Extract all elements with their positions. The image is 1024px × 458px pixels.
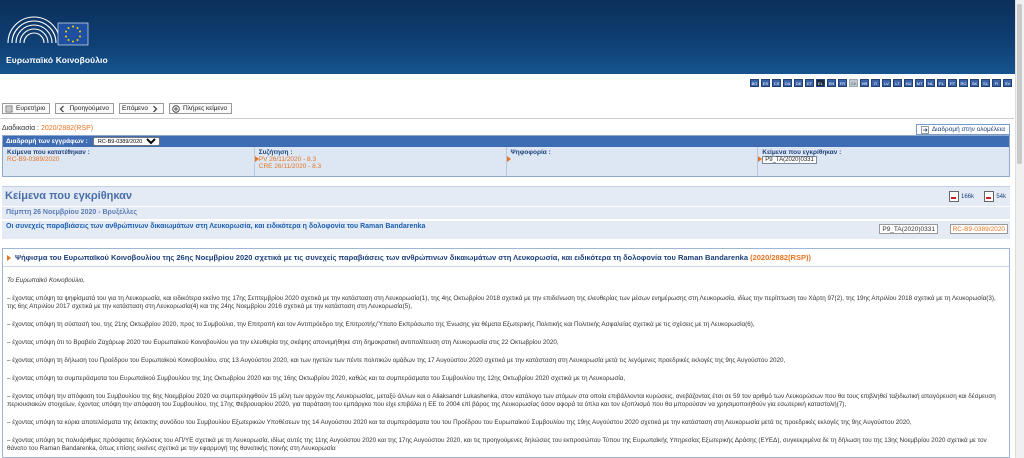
arrow-marker-icon [254, 156, 259, 162]
language-ro-button[interactable]: RO [959, 79, 968, 87]
language-pl-button[interactable]: PL [937, 79, 946, 87]
full-text-button-label: Πλήρες κείμενο [182, 105, 228, 112]
doc-size: 54k [996, 193, 1006, 200]
language-en-button[interactable]: EN [827, 79, 836, 87]
doc-download[interactable]: 54k [984, 191, 1006, 202]
index-button[interactable]: Ευρετήριο [2, 103, 51, 114]
language-pt-button[interactable]: PT [948, 79, 957, 87]
language-hu-button[interactable]: HU [904, 79, 913, 87]
navigation-buttons: Ευρετήριο Προηγούμενο Επόμενο Πλήρες κεί… [2, 103, 233, 114]
language-fi-button[interactable]: FI [992, 79, 1001, 87]
sitting-date: Πέμπτη 26 Νοεμβρίου 2020 - Βρυξέλλες [2, 207, 1010, 219]
full-route-button[interactable]: Διαδρομή στην ολομέλεια [915, 124, 1010, 135]
logo-text[interactable]: Ευρωπαϊκό Κοινοβούλιο [6, 55, 108, 65]
page-title-bar: Κείμενα που εγκρίθηκαν 166k 54k [2, 186, 1010, 206]
route-col-link[interactable]: CRE 26/11/2020 - 8.3 [259, 163, 502, 170]
procedure-code-link[interactable]: 2020/2882(RSP) [41, 125, 93, 132]
arrow-right-icon [921, 125, 929, 134]
page-title: Κείμενα που εγκρίθηκαν [5, 190, 133, 202]
language-sl-button[interactable]: SL [981, 79, 990, 87]
previous-button-label: Προηγούμενο [69, 105, 109, 112]
route-col-adopted: Κείμενα που εγκρίθηκαν : P9_TA(2020)0331 [758, 147, 1009, 176]
citation-paragraph: – έχοντας υπόψη τις πολυάριθμες πρόσφατε… [7, 437, 987, 452]
citation-paragraph: – έχοντας υπόψη ότι το Βραβείο Ζαχάρωφ 2… [7, 339, 559, 346]
language-sk-button[interactable]: SK [970, 79, 979, 87]
citation-paragraph: – έχοντας υπόψη τα κύρια αποτελέσματα τη… [7, 419, 912, 426]
language-de-button[interactable]: DE [794, 79, 803, 87]
route-col-votes: Ψηφοφορία : [506, 147, 759, 176]
language-mt-button[interactable]: MT [915, 79, 924, 87]
ta-reference: P9_TA(2020)0331 [879, 224, 938, 234]
citation-paragraph: – έχοντας υπόψη τα ψηφίσματά του για τη … [7, 295, 996, 310]
plus-circle-icon [172, 104, 180, 113]
document-route-panel: Διαδρομή των εγγράφων : RC-B9-0389/2020 … [2, 135, 1010, 177]
language-lv-button[interactable]: LV [882, 79, 891, 87]
route-col-link[interactable]: RC-B9-0389/2020 [7, 156, 250, 163]
document-route-select[interactable]: RC-B9-0389/2020 [92, 137, 160, 146]
chevron-right-icon [153, 105, 158, 112]
language-cs-button[interactable]: CS [772, 79, 781, 87]
language-sv-button[interactable]: SV [1003, 79, 1012, 87]
resolution-title-text: Ψήφισμα του Ευρωπαϊκού Κοινοβουλίου της … [15, 253, 748, 262]
doc-icon [984, 191, 995, 202]
arrow-marker-icon [758, 156, 763, 162]
divider [0, 118, 1014, 119]
document-route-header: Διαδρομή των εγγράφων : RC-B9-0389/2020 [3, 136, 1009, 147]
route-col-link[interactable]: P9_TA(2020)0331 [762, 156, 817, 164]
chevron-left-icon [60, 105, 65, 112]
resolution-content: Ψήφισμα του Ευρωπαϊκού Κοινοβουλίου της … [2, 248, 1010, 458]
pdf-download[interactable]: 166k [948, 191, 974, 202]
resolution-code[interactable]: (2020/2882(RSP)) [750, 253, 811, 262]
resolution-title: Ψήφισμα του Ευρωπαϊκού Κοινοβουλίου της … [3, 249, 1009, 267]
resolution-intro: Το Ευρωπαϊκό Κοινοβούλιο, [7, 277, 85, 284]
language-es-button[interactable]: ES [761, 79, 770, 87]
vertical-scrollbar[interactable] [1015, 0, 1024, 458]
language-da-button[interactable]: DA [783, 79, 792, 87]
next-button[interactable]: Επόμενο [119, 103, 164, 114]
citation-paragraph: – έχοντας υπόψη τα συμπεράσματα του Ευρω… [7, 375, 626, 382]
scrollbar-thumb[interactable] [1017, 4, 1022, 164]
document-route-label: Διαδρομή των εγγράφων : [6, 138, 88, 145]
language-fr-button[interactable]: FR [838, 79, 847, 87]
arrow-marker-icon [7, 255, 11, 261]
subject-title: Οι συνεχείς παραβιάσεις των ανθρώπινων δ… [6, 223, 426, 230]
document-route-columns: Κείμενα που κατατέθηκαν : RC-B9-0389/202… [3, 147, 1009, 176]
rc-reference: RC-B9-0389/2020 [949, 224, 1008, 234]
language-lt-button[interactable]: LT [893, 79, 902, 87]
language-et-button[interactable]: ET [805, 79, 814, 87]
route-col-label: Συζήτηση : [258, 149, 293, 156]
european-parliament-logo-icon[interactable] [6, 9, 90, 51]
language-hr-button[interactable]: HR [860, 79, 869, 87]
full-route-label: Διαδρομή στην ολομέλεια [931, 126, 1005, 133]
language-it-button[interactable]: IT [871, 79, 880, 87]
citation-paragraph: – έχοντας υπόψη την απόφαση του Συμβουλί… [7, 393, 996, 408]
language-el-button[interactable]: EL [816, 79, 825, 87]
index-button-label: Ευρετήριο [16, 105, 46, 112]
full-text-button[interactable]: Πλήρες κείμενο [168, 103, 233, 114]
route-col-label: Κείμενα που εγκρίθηκαν : [762, 149, 842, 156]
procedure-line: Διαδικασία : 2020/2882(RSP) [2, 125, 93, 132]
pdf-icon [948, 191, 959, 202]
index-icon [5, 105, 13, 112]
previous-button[interactable]: Προηγούμενο [55, 103, 114, 114]
procedure-label: Διαδικασία : [2, 125, 40, 132]
citation-paragraph: – έχοντας υπόψη τη δήλωση του Προέδρου τ… [7, 357, 786, 364]
route-col-link[interactable]: PV 26/11/2020 - 8.3 [259, 156, 502, 163]
pdf-size: 166k [960, 193, 974, 200]
language-ga-button[interactable]: GA [849, 79, 858, 87]
next-button-label: Επόμενο [122, 105, 148, 112]
route-col-debates: Συζήτηση : PV 26/11/2020 - 8.3 CRE 26/11… [254, 147, 507, 176]
language-bg-button[interactable]: BG [750, 79, 759, 87]
language-bar: BG ES CS DA DE ET EL EN FR GA HR IT LV LT HU MT NL PL PT RO… [750, 79, 1012, 87]
route-col-label: Κείμενα που κατατέθηκαν : [7, 149, 90, 156]
subject-row: Οι συνεχείς παραβιάσεις των ανθρώπινων δ… [2, 221, 1010, 239]
route-col-tabled: Κείμενα που κατατέθηκαν : RC-B9-0389/202… [3, 147, 255, 176]
citation-paragraph: – έχοντας υπόψη τη σύστασή του, της 21ης… [7, 321, 755, 328]
arrow-marker-icon [506, 156, 511, 162]
site-header: Ευρωπαϊκό Κοινοβούλιο [0, 0, 1024, 74]
language-nl-button[interactable]: NL [926, 79, 935, 87]
route-col-label: Ψηφοφορία : [510, 149, 551, 156]
